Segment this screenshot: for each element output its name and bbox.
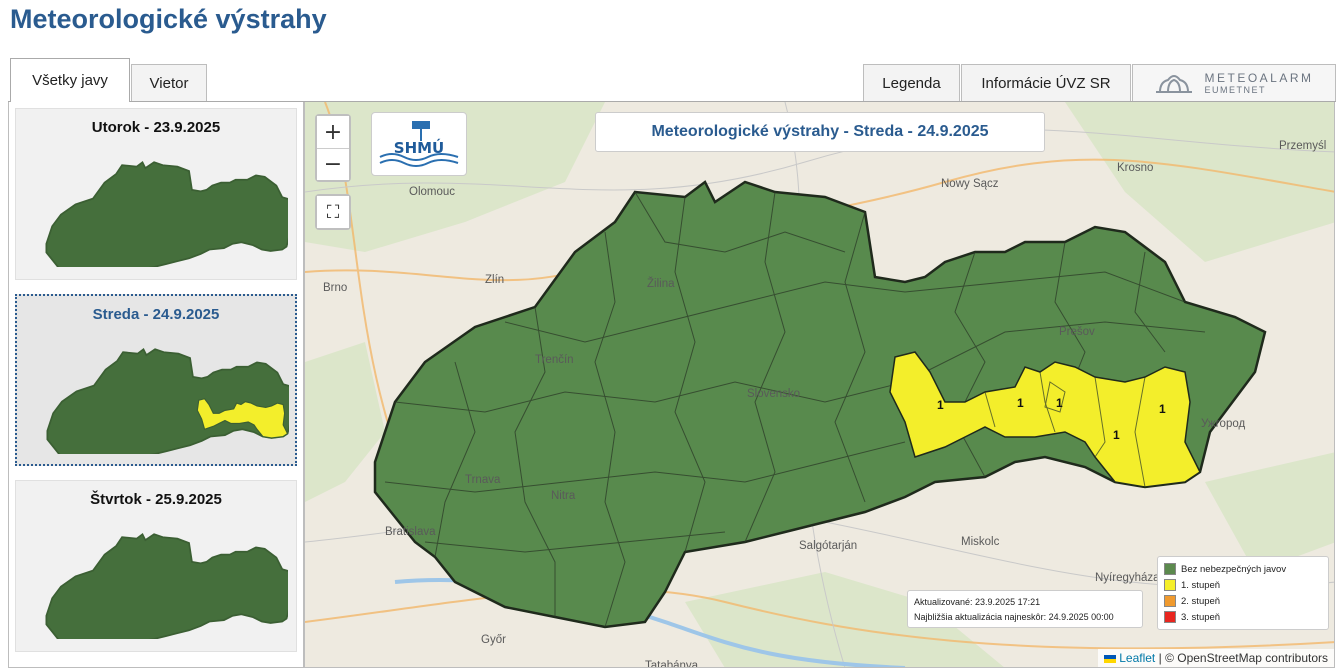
updated-text: Aktualizované: 23.9.2025 17:21 (914, 597, 1041, 607)
day-sidebar: Utorok - 23.9.2025 Streda - 24.9.2025 Št… (8, 102, 304, 668)
page-title: Meteorologické výstrahy (10, 4, 327, 34)
city-label: Brno (323, 282, 348, 294)
day-title: Utorok - 23.9.2025 (91, 119, 221, 136)
meteoalarm-bell-icon (1156, 75, 1193, 93)
warning-level-label: 1 (1056, 396, 1063, 410)
tab-wind[interactable]: Vietor (131, 64, 207, 101)
city-label: Nowy Sącz (941, 178, 999, 190)
legend-label: Bez nebezpečných javov (1181, 563, 1287, 575)
fullscreen-icon[interactable]: ⛶ (317, 196, 349, 228)
fullscreen-control: ⛶ (315, 194, 351, 230)
legend-label: 2. stupeň (1181, 595, 1221, 607)
mini-map-tuesday (45, 161, 288, 267)
eumetnet-text: EUMETNET (1204, 85, 1266, 95)
city-label: Bratislava (385, 526, 436, 538)
mini-map-thursday (45, 533, 288, 639)
legend-swatch (1164, 611, 1176, 623)
day-card-tuesday[interactable]: Utorok - 23.9.2025 (15, 108, 297, 280)
legend-swatch (1164, 563, 1176, 575)
city-label: Krosno (1117, 162, 1154, 174)
attribution-separator: | (1158, 651, 1162, 665)
city-label: Olomouc (409, 186, 456, 198)
meteoalarm-logo[interactable]: METEOALARM EUMETNET (1132, 64, 1336, 101)
map-attribution: Leaflet | © OpenStreetMap contributors (1097, 649, 1334, 667)
next-update-text: Najbližšia aktualizácia najneskôr: 24.9.… (914, 612, 1114, 622)
warning-level-label: 1 (1113, 428, 1120, 442)
meteoalarm-text: METEOALARM (1204, 71, 1314, 85)
tab-wind-label: Vietor (149, 74, 189, 92)
city-label: Tatabánya (645, 660, 699, 668)
city-label: Győr (481, 634, 506, 646)
city-label: Nitra (551, 490, 576, 502)
city-label: Zlín (485, 274, 505, 286)
shmu-logo-graphic: SHMÚ (379, 121, 459, 167)
city-label: Salgótarján (799, 540, 858, 552)
warning-map[interactable]: Olomouc Brno Zlín Žilina Trenčín Trnava … (304, 102, 1335, 668)
shmu-logo-text: SHMÚ (394, 138, 444, 157)
ukraine-flag-icon (1103, 654, 1116, 663)
osm-attribution: © OpenStreetMap contributors (1165, 651, 1328, 665)
warning-level-label: 1 (1159, 402, 1166, 416)
mini-map-wednesday (46, 348, 289, 454)
city-label: Nyíregyháza (1095, 572, 1160, 584)
warning-level-label: 1 (1017, 396, 1024, 410)
shmu-logo: SHMÚ (371, 112, 467, 176)
legend-button-label: Legenda (882, 74, 941, 92)
city-label: Trenčín (535, 354, 574, 366)
legend-row: 2. stupeň (1164, 593, 1322, 609)
tab-all-phenomena[interactable]: Všetky javy (10, 58, 130, 102)
legend-row: Bez nebezpečných javov (1164, 561, 1322, 577)
city-label: Prešov (1059, 326, 1095, 338)
tab-all-phenomena-label: Všetky javy (32, 72, 108, 89)
map-legend: Bez nebezpečných javov 1. stupeň 2. stup… (1157, 556, 1329, 630)
city-label: Žilina (647, 278, 675, 290)
day-card-wednesday[interactable]: Streda - 24.9.2025 (15, 294, 297, 466)
day-title: Streda - 24.9.2025 (92, 306, 220, 323)
info-uvz-button[interactable]: Informácie ÚVZ SR (961, 64, 1131, 101)
city-label: Ужгород (1201, 418, 1246, 430)
city-label: Przemyśl (1279, 140, 1327, 152)
legend-row: 1. stupeň (1164, 577, 1322, 593)
city-label: Trnava (465, 474, 501, 486)
legend-swatch (1164, 579, 1176, 591)
map-title: Meteorologické výstrahy - Streda - 24.9.… (595, 112, 1045, 152)
legend-swatch (1164, 595, 1176, 607)
warning-level-label: 1 (937, 398, 944, 412)
zoom-in-button[interactable]: + (317, 116, 349, 148)
legend-row: 3. stupeň (1164, 609, 1322, 625)
legend-label: 1. stupeň (1181, 579, 1221, 591)
day-card-thursday[interactable]: Štvrtok - 25.9.2025 (15, 480, 297, 652)
zoom-out-button[interactable]: − (317, 148, 349, 180)
leaflet-link[interactable]: Leaflet (1119, 651, 1155, 665)
zoom-control: + − (315, 114, 351, 182)
city-label: Miskolc (961, 536, 1000, 548)
day-title: Štvrtok - 25.9.2025 (90, 491, 222, 508)
legend-label: 3. stupeň (1181, 611, 1221, 623)
legend-button[interactable]: Legenda (863, 64, 960, 101)
city-label: Slovensko (747, 388, 801, 400)
update-info-box: Aktualizované: 23.9.2025 17:21 Najbližši… (907, 590, 1143, 628)
info-uvz-button-label: Informácie ÚVZ SR (981, 74, 1111, 92)
